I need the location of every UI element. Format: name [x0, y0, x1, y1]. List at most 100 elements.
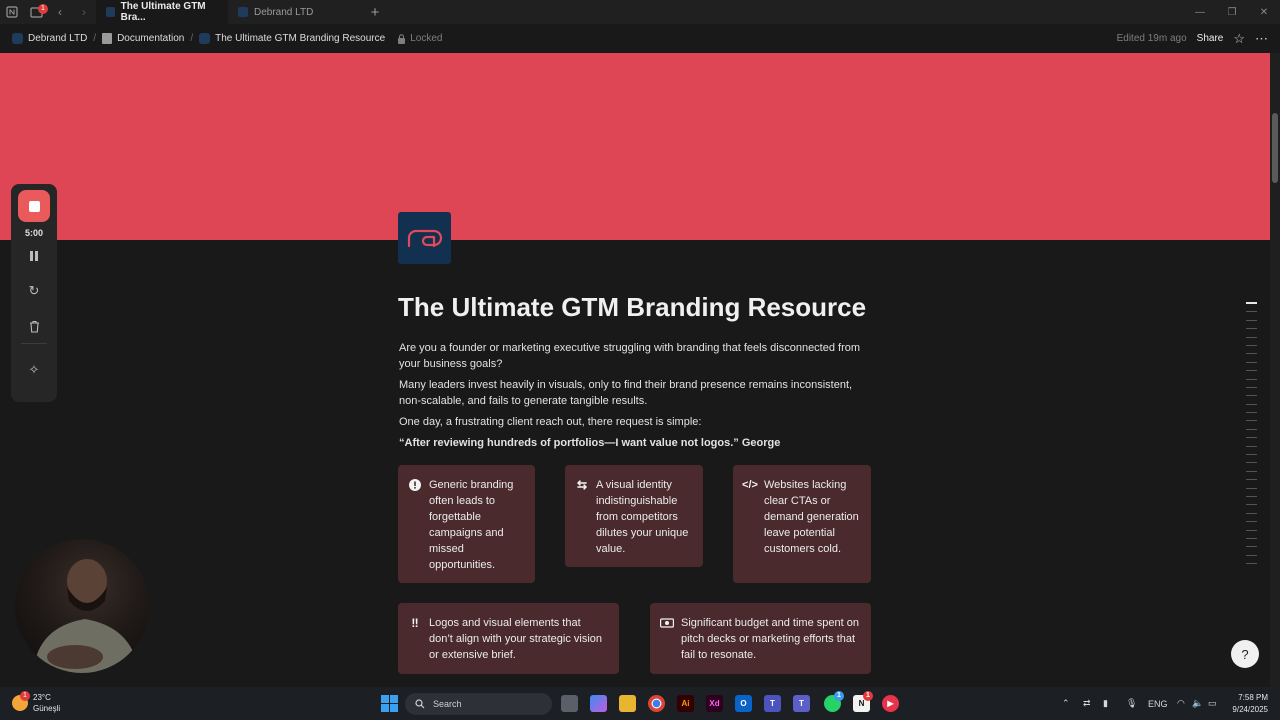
page-icon[interactable] [398, 212, 451, 264]
tab-gtm-branding[interactable]: The Ultimate GTM Bra... [96, 0, 228, 24]
illustrator-icon[interactable]: Ai [677, 695, 694, 712]
pause-icon[interactable] [24, 246, 44, 266]
chrome-icon[interactable] [648, 695, 665, 712]
outline-tick[interactable] [1246, 412, 1257, 414]
callout-card[interactable]: ⇆ A visual identity indistinguishable fr… [565, 465, 703, 567]
minimize-icon[interactable]: — [1184, 7, 1216, 18]
notion-taskbar-icon[interactable]: N 1 [853, 691, 873, 712]
show-hidden-icons-chevron[interactable]: ⌃ [1062, 687, 1070, 720]
outline-tick[interactable] [1246, 386, 1257, 388]
outline-tick[interactable] [1246, 529, 1257, 531]
callout-card[interactable]: Generic branding often leads to forgetta… [398, 465, 535, 583]
inbox-icon[interactable]: 1 [24, 0, 48, 24]
new-tab-plus-icon[interactable]: + [360, 4, 390, 21]
outline-tick[interactable] [1246, 479, 1257, 481]
whatsapp-icon[interactable]: 1 [824, 691, 844, 712]
outline-tick[interactable] [1246, 563, 1257, 565]
outline-tick[interactable] [1246, 487, 1257, 489]
connectivity-icon[interactable]: ⇄ [1083, 687, 1091, 720]
outline-tick[interactable] [1246, 353, 1257, 355]
breadcrumb-documentation[interactable]: Documentation [102, 33, 184, 44]
trash-icon[interactable] [24, 316, 44, 336]
callout-card[interactable]: ‼ Logos and visual elements that don’t a… [398, 603, 619, 674]
teams-alt-icon[interactable]: T [793, 695, 810, 712]
notion-badge: 1 [863, 691, 873, 701]
screen-recorder-panel: 5:00 ↻ ✧ [11, 184, 57, 402]
more-options-icon[interactable]: ⋯ [1255, 31, 1268, 47]
star-icon[interactable]: ☆ [1233, 31, 1245, 47]
outline-tick[interactable] [1246, 311, 1257, 313]
outline-tick[interactable] [1246, 512, 1257, 514]
app-tray-icon[interactable]: ▮ [1103, 687, 1108, 720]
outline-tick[interactable] [1246, 504, 1257, 506]
paragraph-leaders[interactable]: Many leaders invest heavily in visuals, … [399, 377, 869, 409]
media-player-icon[interactable]: ▶ [882, 695, 899, 712]
microphone-icon[interactable]: 🎙 [1126, 687, 1137, 720]
outline-tick[interactable] [1246, 370, 1257, 372]
outline-tick[interactable] [1246, 336, 1257, 338]
outline-tick[interactable] [1246, 328, 1257, 330]
effects-icon[interactable]: ✧ [24, 360, 44, 380]
outline-tick[interactable] [1246, 554, 1257, 556]
edited-timestamp: Edited 19m ago [1116, 33, 1187, 44]
battery-icon[interactable]: ▭ [1208, 687, 1217, 720]
close-icon[interactable]: ✕ [1248, 7, 1280, 18]
outline-tick[interactable] [1246, 319, 1257, 321]
outline-tick[interactable] [1246, 495, 1257, 497]
outline-tick[interactable] [1246, 445, 1257, 447]
stop-recording-button[interactable] [18, 190, 50, 222]
outline-tick[interactable] [1246, 403, 1257, 405]
table-of-contents-outline[interactable] [1246, 302, 1257, 572]
outline-tick[interactable] [1246, 378, 1257, 380]
help-button[interactable]: ? [1231, 640, 1259, 668]
outline-tick[interactable] [1246, 395, 1257, 397]
page-title[interactable]: The Ultimate GTM Branding Resource [398, 292, 866, 323]
breadcrumb-separator: / [93, 33, 97, 44]
outline-tick[interactable] [1246, 344, 1257, 346]
outline-tick[interactable] [1246, 302, 1257, 304]
paragraph-client[interactable]: One day, a frustrating client reach out,… [399, 414, 869, 430]
notion-app-icon[interactable] [0, 0, 24, 24]
copilot-icon[interactable] [590, 695, 607, 712]
volume-icon[interactable]: 🔈 [1192, 687, 1203, 720]
scrollbar-thumb[interactable] [1272, 113, 1278, 183]
tab-debrand[interactable]: Debrand LTD [228, 0, 360, 24]
outline-tick[interactable] [1246, 437, 1257, 439]
language-indicator[interactable]: ENG [1148, 687, 1168, 720]
outline-tick[interactable] [1246, 420, 1257, 422]
task-view-icon[interactable] [561, 695, 578, 712]
weather-widget[interactable]: 1 23°C Güneşli [12, 691, 60, 714]
outline-tick[interactable] [1246, 454, 1257, 456]
outline-tick[interactable] [1246, 537, 1257, 539]
outline-tick[interactable] [1246, 470, 1257, 472]
outline-tick[interactable] [1246, 428, 1257, 430]
webcam-bubble[interactable] [15, 539, 149, 673]
forward-arrow-icon[interactable]: › [72, 0, 96, 24]
windows-start-icon[interactable] [381, 695, 398, 712]
clock-date: 9/24/2025 [1232, 705, 1268, 714]
restart-icon[interactable]: ↻ [24, 281, 44, 301]
outline-tick[interactable] [1246, 462, 1257, 464]
quote-text[interactable]: “After reviewing hundreds of portfolios—… [399, 435, 869, 451]
breadcrumb-current-page[interactable]: The Ultimate GTM Branding Resource [199, 33, 385, 44]
taskbar-search[interactable]: Search [405, 693, 552, 715]
maximize-icon[interactable]: ❐ [1216, 7, 1248, 18]
teams-icon[interactable]: T [764, 695, 781, 712]
callout-card[interactable]: </> Websites lacking clear CTAs or deman… [733, 465, 871, 583]
callout-card[interactable]: Significant budget and time spent on pit… [650, 603, 871, 674]
system-clock[interactable]: 7:58 PM 9/24/2025 [1232, 692, 1268, 716]
wifi-icon[interactable]: ◠ [1177, 687, 1185, 720]
outline-tick[interactable] [1246, 361, 1257, 363]
weather-temperature: 23°C [33, 693, 51, 702]
outline-tick[interactable] [1246, 546, 1257, 548]
breadcrumb-workspace[interactable]: Debrand LTD [12, 33, 87, 44]
back-arrow-icon[interactable]: ‹ [48, 0, 72, 24]
scrollbar[interactable] [1270, 53, 1280, 687]
share-button[interactable]: Share [1197, 33, 1224, 44]
adobe-xd-icon[interactable]: Xd [706, 695, 723, 712]
locked-indicator[interactable]: Locked [397, 33, 442, 44]
paragraph-intro[interactable]: Are you a founder or marketing executive… [399, 340, 869, 372]
outline-tick[interactable] [1246, 521, 1257, 523]
outlook-icon[interactable]: O [735, 695, 752, 712]
file-explorer-icon[interactable] [619, 695, 636, 712]
